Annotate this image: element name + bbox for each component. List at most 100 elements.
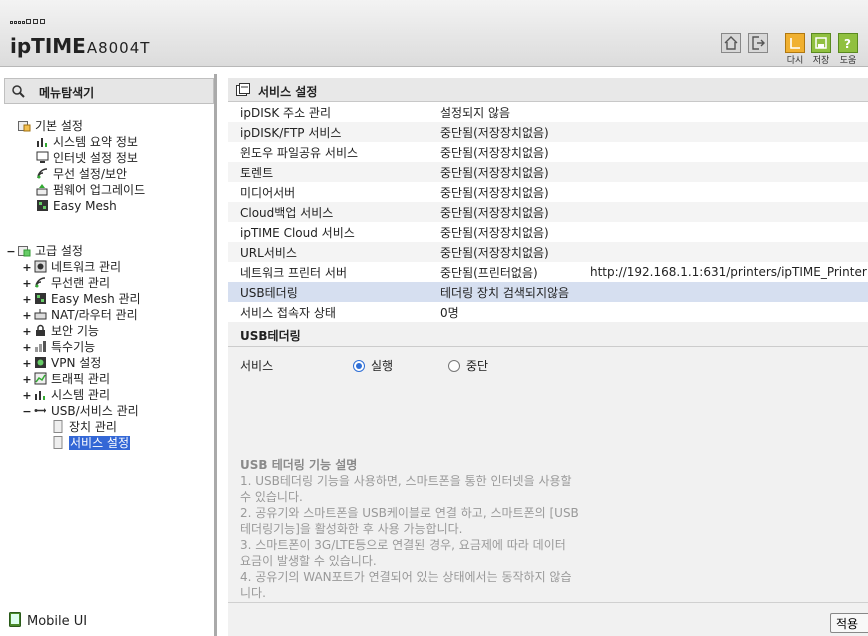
expand-icon[interactable]: +: [22, 292, 32, 308]
logout-button[interactable]: [748, 33, 768, 53]
nav-label: 트래픽 관리: [51, 372, 111, 386]
description-line: 니다.: [240, 586, 266, 600]
service-extra: [578, 282, 868, 302]
divider: [228, 346, 868, 347]
apply-button[interactable]: 적용: [830, 613, 868, 633]
description-line: 2. 공유기와 스마트폰을 USB케이블로 연결 하고, 스마트폰의 [USB: [240, 506, 579, 520]
nav-label-selected: 서비스 설정: [69, 436, 131, 450]
nav-item-wireless-security[interactable]: 무선 설정/보안: [36, 166, 127, 182]
wifi-icon: [34, 276, 47, 289]
nav-label: Easy Mesh: [53, 199, 117, 213]
nav-item-traffic[interactable]: + 트래픽 관리: [22, 371, 110, 388]
service-name: ipDISK/FTP 서비스: [228, 122, 428, 142]
collapse-icon[interactable]: −: [6, 244, 16, 260]
expand-icon[interactable]: +: [22, 372, 32, 388]
service-row[interactable]: 토렌트 중단됨(저장장치없음): [228, 162, 868, 182]
service-extra: [578, 202, 868, 222]
description-line: 테더링기능]을 활성화한 후 사용 가능합니다.: [240, 522, 463, 536]
reload-icon: [790, 38, 800, 49]
nav-item-wlan[interactable]: + 무선랜 관리: [22, 275, 110, 292]
service-row[interactable]: 네트워크 프린터 서버 중단됨(프린터없음) http://192.168.1.1:…: [228, 262, 868, 282]
service-row[interactable]: URL서비스 중단됨(저장장치없음): [228, 242, 868, 262]
radio-stop-button[interactable]: [448, 359, 460, 372]
nav-item-special[interactable]: + 특수기능: [22, 339, 95, 356]
service-extra: http://192.168.1.1:631/printers/ipTIME_P…: [578, 262, 868, 282]
service-row[interactable]: ipTIME Cloud 서비스 중단됨(저장장치없음): [228, 222, 868, 242]
service-extra: [578, 122, 868, 142]
nav-item-security[interactable]: + 보안 기능: [22, 323, 99, 340]
radio-run-button[interactable]: [353, 359, 365, 372]
upgrade-icon: [36, 183, 49, 196]
nav-label: 특수기능: [51, 340, 96, 354]
tree-basic-label: 기본 설정: [35, 119, 83, 133]
tree-advanced-settings[interactable]: − 고급 설정: [6, 243, 83, 260]
nav-label: 인터넷 설정 정보: [53, 151, 138, 165]
nav-item-internet-info[interactable]: 인터넷 설정 정보: [36, 150, 138, 166]
tree-basic-settings[interactable]: 기본 설정: [18, 118, 83, 134]
expand-icon[interactable]: +: [22, 388, 32, 404]
service-row[interactable]: ipDISK/FTP 서비스 중단됨(저장장치없음): [228, 122, 868, 142]
nav-item-firmware-upgrade[interactable]: 펌웨어 업그레이드: [36, 182, 145, 198]
service-name: URL서비스: [228, 242, 428, 262]
service-row[interactable]: ipDISK 주소 관리 설정되지 않음: [228, 102, 868, 122]
expand-icon[interactable]: +: [22, 260, 32, 276]
mesh-icon: [34, 292, 47, 305]
nav-label: 무선 설정/보안: [53, 167, 128, 181]
help-button[interactable]: ?: [838, 33, 858, 53]
service-extra: [578, 182, 868, 202]
expand-icon[interactable]: +: [22, 340, 32, 356]
radio-stop[interactable]: 중단: [448, 357, 488, 374]
collapse-icon[interactable]: −: [22, 404, 32, 420]
service-extra: [578, 102, 868, 122]
divider: [228, 602, 868, 603]
service-table: ipDISK 주소 관리 설정되지 않음 ipDISK/FTP 서비스 중단됨(저장장…: [228, 102, 868, 322]
content-panel: 서비스 설정 ipDISK 주소 관리 설정되지 않음 ipDISK/FTP 서비스…: [228, 78, 868, 636]
lock-icon: [34, 324, 47, 337]
router-icon: [34, 308, 47, 321]
reload-button[interactable]: [785, 33, 805, 53]
service-row[interactable]: Cloud백업 서비스 중단됨(저장장치없음): [228, 202, 868, 222]
nav-item-device-manage[interactable]: 장치 관리: [52, 419, 117, 435]
wifi-icon: [36, 167, 49, 180]
service-row[interactable]: 윈도우 파일공유 서비스 중단됨(저장장치없음): [228, 142, 868, 162]
nav-item-easy-mesh[interactable]: Easy Mesh: [36, 198, 117, 214]
chart-icon: [36, 135, 49, 148]
nav-item-system[interactable]: + 시스템 관리: [22, 387, 110, 404]
help-icon: ?: [844, 37, 851, 50]
service-row[interactable]: 서비스 접속자 상태 0명: [228, 302, 868, 322]
radio-run[interactable]: 실행: [353, 357, 393, 374]
mesh-icon: [36, 199, 49, 212]
usb-tethering-description: USB 테더링 기능 설명 1. USB테더링 기능을 사용하면, 스마트폰을 …: [240, 457, 600, 601]
nav-item-vpn[interactable]: + VPN 설정: [22, 355, 101, 372]
nav-item-usb-service[interactable]: − USB/서비스 관리: [22, 403, 138, 420]
nav-item-system-summary[interactable]: 시스템 요약 정보: [36, 134, 138, 150]
brand-name: ipTIME: [10, 34, 86, 58]
nav-label: 펌웨어 업그레이드: [53, 183, 146, 197]
monitor-icon: [36, 151, 49, 164]
nav-item-nat-router[interactable]: + NAT/라우터 관리: [22, 307, 137, 324]
home-button[interactable]: [721, 33, 741, 53]
page-icon: [52, 436, 65, 449]
service-row[interactable]: 미디어서버 중단됨(저장장치없음): [228, 182, 868, 202]
logout-icon: [752, 36, 765, 50]
menu-explorer-header: 메뉴탐색기: [4, 78, 214, 104]
chart-icon: [34, 388, 47, 401]
radio-run-label: 실행: [371, 359, 394, 373]
expand-icon[interactable]: +: [22, 276, 32, 292]
radio-stop-label: 중단: [466, 359, 489, 373]
expand-icon[interactable]: +: [22, 308, 32, 324]
service-status: 중단됨(저장장치없음): [428, 142, 578, 162]
nav-item-easy-mesh-manage[interactable]: + Easy Mesh 관리: [22, 291, 140, 308]
mobile-phone-icon: [9, 612, 21, 627]
mobile-ui-link[interactable]: Mobile UI: [9, 612, 87, 629]
service-status: 중단됨(저장장치없음): [428, 162, 578, 182]
nav-item-network[interactable]: + 네트워크 관리: [22, 259, 121, 276]
service-row[interactable]: USB테더링 테더링 장치 검색되지않음: [228, 282, 868, 302]
expand-icon[interactable]: +: [22, 324, 32, 340]
nav-item-service-settings[interactable]: 서비스 설정: [52, 435, 131, 451]
service-status: 중단됨(저장장치없음): [428, 242, 578, 262]
menu-explorer-title: 메뉴탐색기: [39, 86, 95, 100]
page-icon: [52, 420, 65, 433]
save-button[interactable]: [811, 33, 831, 53]
expand-icon[interactable]: +: [22, 356, 32, 372]
